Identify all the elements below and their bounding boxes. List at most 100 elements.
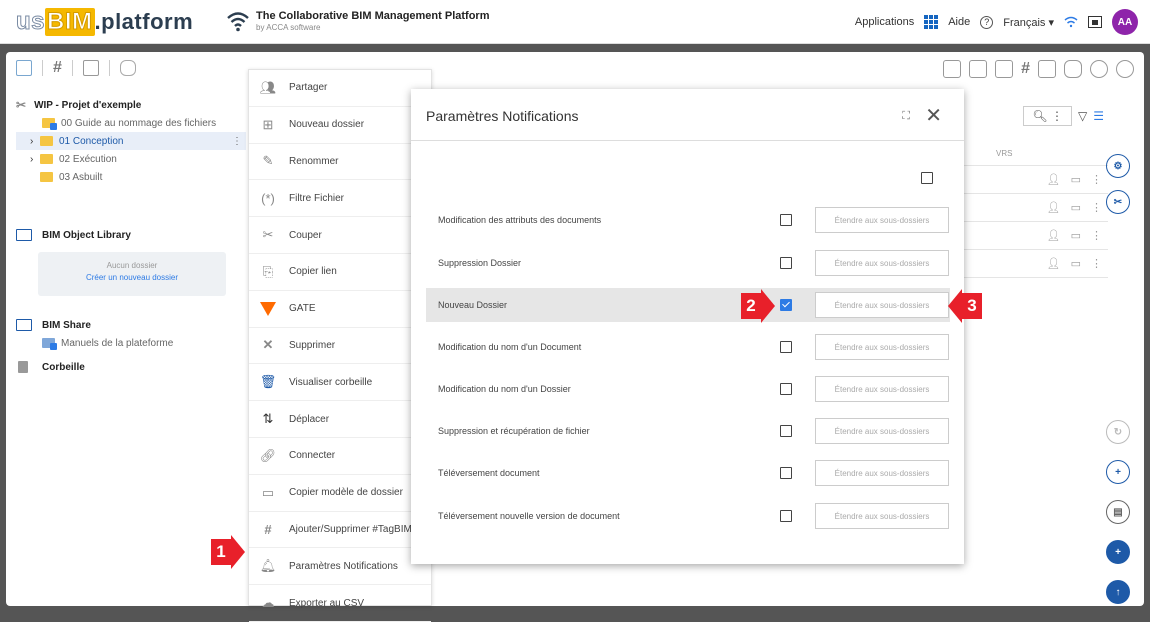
language-select[interactable]: Français ▾: [1003, 16, 1054, 29]
menu-item-move[interactable]: ⇅ Déplacer: [249, 401, 431, 438]
notification-checkbox[interactable]: [780, 341, 792, 353]
chevron-right-icon[interactable]: ›: [30, 154, 40, 165]
close-icon[interactable]: ✕: [925, 103, 942, 128]
folder-outline-icon[interactable]: ▭: [1071, 229, 1081, 242]
create-folder-link[interactable]: Créer un nouveau dossier: [38, 273, 226, 282]
logo-bim: BIM: [45, 8, 95, 36]
tree-item-manuals[interactable]: Manuels de la plateforme: [16, 334, 246, 352]
share-user-icon[interactable]: 👤︎: [1047, 201, 1061, 214]
bim-object-library[interactable]: BIM Object Library: [16, 226, 246, 244]
menu-item-label: Copier modèle de dossier: [289, 487, 403, 499]
new-folder-icon[interactable]: +: [1106, 540, 1130, 564]
list-view-icon[interactable]: ☰: [1093, 109, 1104, 123]
tree-item-execution[interactable]: › 02 Exécution: [16, 150, 246, 168]
extend-subfolders-button[interactable]: Étendre aux sous-dossiers: [815, 376, 949, 402]
extend-subfolders-button[interactable]: Étendre aux sous-dossiers: [815, 418, 949, 444]
extend-subfolders-button[interactable]: Étendre aux sous-dossiers: [815, 250, 949, 276]
folder-outline-icon[interactable]: ▭: [1071, 173, 1081, 186]
more-vertical-icon[interactable]: ⋮: [1091, 173, 1102, 186]
database-icon[interactable]: [119, 60, 136, 76]
notification-checkbox[interactable]: [780, 510, 792, 522]
filter-icon[interactable]: ▽: [1078, 109, 1087, 123]
share-user-icon[interactable]: 👤︎: [1047, 173, 1061, 186]
menu-item-gate[interactable]: GATE: [249, 291, 431, 328]
help-icon[interactable]: ?: [980, 15, 994, 29]
notification-checkbox[interactable]: [780, 467, 792, 479]
wifi-icon[interactable]: [1064, 16, 1078, 28]
menu-item-filter[interactable]: (*) Filtre Fichier: [249, 180, 431, 218]
table-row[interactable]: 👤︎ ▭ ⋮: [964, 194, 1108, 222]
menu-item-notifications[interactable]: 🔔︎ Paramètres Notifications: [249, 548, 431, 586]
table-row[interactable]: 👤︎ ▭ ⋮: [964, 250, 1108, 278]
menu-item-connect[interactable]: 🔗︎ Connecter: [249, 438, 431, 475]
expand-icon[interactable]: ⛶: [902, 110, 910, 123]
menu-item-view-trash[interactable]: 🗑︎ Visualiser corbeille: [249, 364, 431, 402]
select-all-checkbox[interactable]: [921, 172, 933, 184]
table-row[interactable]: 👤︎ ▭ ⋮: [964, 166, 1108, 194]
extend-subfolders-button[interactable]: Étendre aux sous-dossiers: [815, 207, 949, 233]
tag-hash-icon[interactable]: #: [53, 60, 62, 76]
usbim-logo[interactable]: us BIM .platform: [15, 8, 193, 36]
extend-subfolders-button[interactable]: Étendre aux sous-dossiers: [815, 334, 949, 360]
menu-item-rename[interactable]: ✎ Renommer: [249, 144, 431, 181]
folder-outline-icon[interactable]: ▭: [1071, 257, 1081, 270]
tree-item-guide[interactable]: 00 Guide au nommage des fichiers: [16, 114, 246, 132]
layers-icon[interactable]: [969, 60, 988, 78]
apps-grid-icon[interactable]: [924, 15, 939, 29]
menu-item-new-folder[interactable]: ⊞ Nouveau dossier: [249, 107, 431, 144]
building-icon[interactable]: [943, 60, 962, 78]
clipboard-icon[interactable]: ▤: [1106, 500, 1130, 524]
cloud-icon[interactable]: [1090, 60, 1108, 78]
bim-share[interactable]: BIM Share: [16, 316, 246, 334]
notification-checkbox[interactable]: [780, 214, 792, 226]
notification-label: Modification des attributs des documents: [438, 215, 602, 225]
more-vertical-icon[interactable]: ⋮: [1091, 201, 1102, 214]
tree-item-label: 01 Conception: [59, 135, 124, 147]
fullscreen-icon[interactable]: [1088, 16, 1102, 28]
notification-checkbox-checked[interactable]: [780, 299, 792, 311]
project-title[interactable]: ✂ WIP - Projet d'exemple: [16, 96, 246, 114]
extend-subfolders-button[interactable]: Étendre aux sous-dossiers: [815, 460, 949, 486]
presentation-icon[interactable]: [995, 60, 1014, 78]
sync-icon[interactable]: ↻: [1106, 420, 1130, 444]
upload-icon[interactable]: ↑: [1106, 580, 1130, 604]
notification-checkbox[interactable]: [780, 257, 792, 269]
folder-view-icon[interactable]: [16, 60, 32, 76]
document-icon[interactable]: [82, 60, 99, 76]
share-user-icon[interactable]: 👤︎: [1047, 257, 1061, 270]
menu-item-share[interactable]: 👥︎ Partager: [249, 70, 431, 107]
chevron-right-icon[interactable]: ›: [30, 136, 40, 147]
folder-outline-icon[interactable]: ▭: [1071, 201, 1081, 214]
share-settings-icon[interactable]: ⚙: [1106, 154, 1130, 178]
more-vertical-icon[interactable]: ⋮: [232, 136, 242, 147]
more-vertical-icon[interactable]: ⋮: [1091, 229, 1102, 242]
search-icon[interactable]: 🔍︎ ⋮: [1023, 106, 1072, 126]
applications-link[interactable]: Applications: [855, 16, 914, 28]
document-icon[interactable]: [1038, 60, 1056, 78]
extend-subfolders-button[interactable]: Étendre aux sous-dossiers: [815, 503, 949, 529]
menu-item-copy-template[interactable]: ▭ Copier modèle de dossier: [249, 475, 431, 512]
menu-item-tagbim[interactable]: # Ajouter/Supprimer #TagBIM: [249, 512, 431, 549]
tools-settings-icon[interactable]: ✂: [1106, 190, 1130, 214]
notification-checkbox[interactable]: [780, 383, 792, 395]
trash-section[interactable]: Corbeille: [16, 358, 246, 376]
menu-item-copy-link[interactable]: ⎘ Copier lien: [249, 254, 431, 291]
notification-row: Téléversement document Étendre aux sous-…: [426, 456, 950, 490]
notification-checkbox[interactable]: [780, 425, 792, 437]
tree-item-conception[interactable]: › 01 Conception ⋮: [16, 132, 246, 150]
menu-item-cut[interactable]: ✂ Couper: [249, 217, 431, 254]
tag-hash-icon[interactable]: #: [1021, 61, 1030, 77]
table-row[interactable]: 👤︎ ▭ ⋮: [964, 222, 1108, 250]
help-link[interactable]: Aide: [948, 16, 970, 28]
column-header-vrs[interactable]: VRS: [964, 142, 1108, 166]
info-icon[interactable]: [1116, 60, 1134, 78]
database-icon[interactable]: [1064, 60, 1082, 78]
share-user-icon[interactable]: 👤︎: [1047, 229, 1061, 242]
menu-item-delete[interactable]: ✕ Supprimer: [249, 328, 431, 365]
extend-subfolders-button[interactable]: Étendre aux sous-dossiers: [815, 292, 949, 318]
more-vertical-icon[interactable]: ⋮: [1091, 257, 1102, 270]
tree-item-asbuilt[interactable]: 03 Asbuilt: [16, 168, 246, 186]
menu-item-export-csv[interactable]: ☁ Exporter au CSV: [249, 585, 431, 622]
add-user-icon[interactable]: +: [1106, 460, 1130, 484]
user-avatar[interactable]: AA: [1112, 9, 1138, 35]
